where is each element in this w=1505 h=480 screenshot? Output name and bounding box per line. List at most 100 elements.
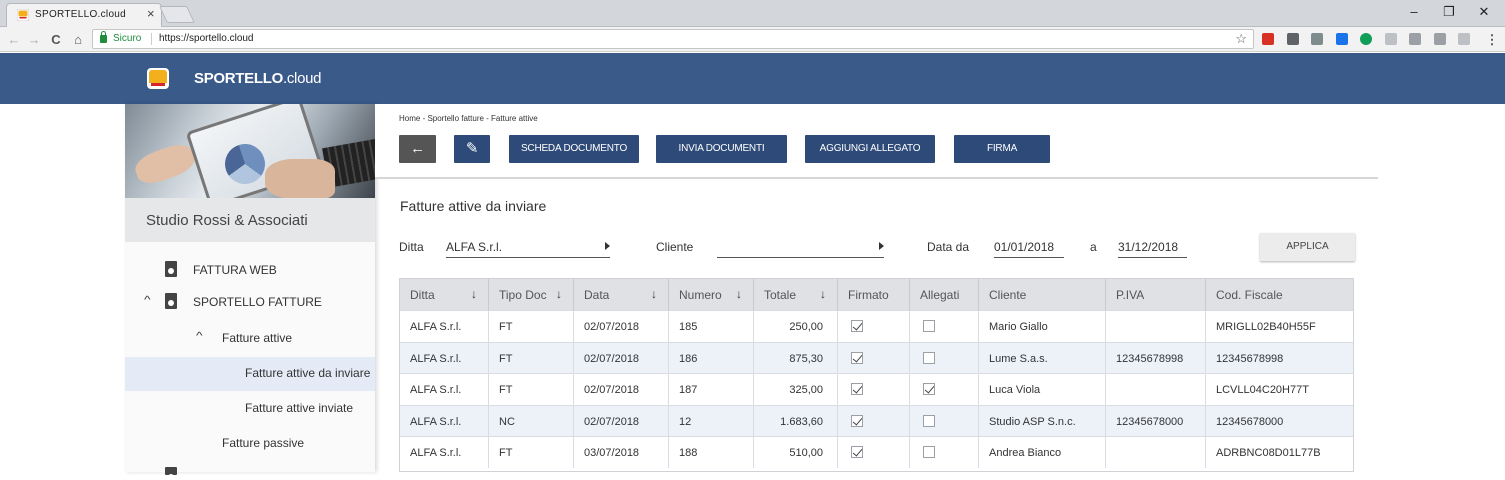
browser-menu-icon[interactable]: ⋮ <box>1484 32 1500 48</box>
caret-right-icon <box>605 242 610 250</box>
scheda-documento-button[interactable]: SCHEDA DOCUMENTO <box>509 135 639 163</box>
cliente-select[interactable] <box>717 236 884 258</box>
cell-value: ALFA S.r.l. <box>410 415 462 428</box>
table-cell-totale: 875,30 <box>754 342 838 374</box>
browser-extension-icon[interactable] <box>1409 33 1421 45</box>
sort-arrow-icon[interactable]: ↓ <box>556 287 562 301</box>
sidebar-item-fatture-attive-inviate[interactable]: Fatture attive inviate <box>125 392 375 426</box>
table-row[interactable]: ALFA S.r.l. FT 02/07/2018 185 250,00 Mario Gi… <box>400 310 1353 342</box>
tab-close-icon[interactable]: × <box>147 7 155 21</box>
ditta-select[interactable]: ALFA S.r.l. <box>446 236 610 258</box>
edit-icon: ✎ <box>465 140 479 157</box>
allegati-checkbox[interactable] <box>923 414 935 427</box>
cliente-label: Cliente <box>656 240 694 254</box>
sidebar-item-fatture-attive-da-inviare[interactable]: Fatture attive da inviare <box>125 357 375 391</box>
data-a-input[interactable]: 31/12/2018 <box>1118 236 1187 258</box>
table-row[interactable]: ALFA S.r.l. NC 02/07/2018 12 1.683,60 Studio … <box>400 404 1353 437</box>
new-tab-button[interactable] <box>159 6 195 23</box>
back-icon[interactable]: ← <box>6 32 22 47</box>
table-cell-numero: 188 <box>669 437 754 468</box>
data-da-label: Data da <box>927 240 970 254</box>
allegati-checkbox[interactable] <box>923 446 935 458</box>
allegati-checkbox[interactable] <box>923 320 935 332</box>
firma-button[interactable]: FIRMA <box>954 135 1050 163</box>
data-da-input[interactable]: 01/01/2018 <box>994 236 1064 258</box>
sidebar-item-fatture-passive[interactable]: Fatture passive <box>125 427 375 461</box>
column-header-totale[interactable]: Totale ↓ <box>754 279 838 310</box>
column-header-cf[interactable]: Cod. Fiscale <box>1206 279 1353 310</box>
firmato-checkbox[interactable] <box>851 414 863 427</box>
applica-button[interactable]: APPLICA <box>1260 233 1355 261</box>
table-cell-firmato <box>838 342 910 374</box>
back-button[interactable]: ← <box>399 135 436 163</box>
column-header-cliente[interactable]: Cliente <box>979 279 1106 310</box>
column-header-label: P.IVA <box>1116 288 1145 302</box>
table-row[interactable]: ALFA S.r.l. FT 02/07/2018 186 875,30 Lume S.a… <box>400 341 1353 374</box>
firmato-checkbox[interactable] <box>851 446 863 458</box>
browser-extension-icon[interactable] <box>1458 33 1470 45</box>
sidebar-item-fatture-attive[interactable]: ^ Fatture attive <box>125 322 375 356</box>
window-close-icon[interactable]: ✕ <box>1474 4 1494 20</box>
firmato-checkbox[interactable] <box>851 320 863 332</box>
window-minimize-icon[interactable]: – <box>1404 4 1424 19</box>
forward-icon[interactable]: → <box>26 32 42 47</box>
browser-extension-icon[interactable] <box>1335 33 1348 45</box>
allegati-checkbox[interactable] <box>923 351 935 364</box>
table-cell-allegati <box>910 437 979 468</box>
column-header-tipo[interactable]: Tipo Doc ↓ <box>489 279 574 310</box>
column-header-firmato[interactable]: Firmato <box>838 279 910 310</box>
table-row[interactable]: ALFA S.r.l. FT 02/07/2018 187 325,00 Luca Vio… <box>400 373 1353 405</box>
reload-icon[interactable]: C <box>48 32 64 47</box>
browser-extension-icon[interactable] <box>1433 33 1446 45</box>
sidebar-item-sportello-fatture[interactable]: ^ SPORTELLO FATTURE <box>125 286 375 320</box>
column-header-label: Firmato <box>848 288 889 302</box>
document-icon <box>165 467 177 480</box>
chevron-up-icon[interactable]: ^ <box>196 331 203 342</box>
browser-extension-icon[interactable] <box>1286 33 1299 45</box>
sidebar-item-label: Fatture passive <box>222 436 305 450</box>
ditta-value: ALFA S.r.l. <box>446 240 503 254</box>
chevron-up-icon[interactable]: ^ <box>144 295 151 306</box>
sort-arrow-icon[interactable]: ↓ <box>736 287 742 301</box>
allegati-checkbox[interactable] <box>923 383 935 395</box>
browser-extension-icon[interactable] <box>1384 33 1397 45</box>
sort-arrow-icon[interactable]: ↓ <box>651 287 657 301</box>
column-header-numero[interactable]: Numero ↓ <box>669 279 754 310</box>
table-row[interactable]: ALFA S.r.l. FT 03/07/2018 188 510,00 Andrea B… <box>400 436 1353 468</box>
cell-value: ALFA S.r.l. <box>410 321 462 333</box>
sidebar-hero-image <box>125 104 375 198</box>
sidebar-item-label: Fatture attive inviate <box>245 401 354 415</box>
column-header-data[interactable]: Data ↓ <box>574 279 669 310</box>
brand-name-bold: SPORTELLO <box>194 70 283 87</box>
tab-title: SPORTELLO.cloud <box>35 9 127 20</box>
aggiungi-allegato-button[interactable]: AGGIUNGI ALLEGATO <box>805 135 935 163</box>
browser-tab[interactable]: SPORTELLO.cloud × <box>6 3 162 27</box>
firmato-checkbox[interactable] <box>851 383 863 395</box>
sort-arrow-icon[interactable]: ↓ <box>820 287 826 301</box>
home-icon[interactable]: ⌂ <box>70 32 86 47</box>
firmato-checkbox[interactable] <box>851 351 863 364</box>
cell-value: FT <box>499 447 513 459</box>
window-restore-icon[interactable]: ❐ <box>1439 4 1459 20</box>
sort-arrow-icon[interactable]: ↓ <box>471 287 477 301</box>
sportello-favicon-icon <box>17 9 29 21</box>
edit-button[interactable]: ✎ <box>454 135 490 163</box>
invia-documenti-button[interactable]: INVIA DOCUMENTI <box>656 135 787 163</box>
table-cell-totale: 510,00 <box>754 437 838 468</box>
table-cell-data: 02/07/2018 <box>574 342 669 374</box>
table-cell-allegati <box>910 342 979 374</box>
url-input[interactable]: Sicuro https://sportello.cloud ☆ <box>92 29 1254 49</box>
cell-value: LCVLL04C20H77T <box>1216 384 1309 396</box>
browser-extension-icon[interactable] <box>1360 33 1372 45</box>
ditta-label: Ditta <box>399 240 424 254</box>
browser-extension-icon[interactable] <box>1311 33 1323 45</box>
browser-extension-icon[interactable] <box>1262 33 1274 45</box>
column-header-allegati[interactable]: Allegati <box>910 279 979 310</box>
studio-name: Studio Rossi & Associati <box>146 212 308 229</box>
column-header-piva[interactable]: P.IVA <box>1106 279 1206 310</box>
column-header-ditta[interactable]: Ditta ↓ <box>400 279 489 310</box>
sidebar-item-fattura-web[interactable]: FATTURA WEB <box>125 254 375 288</box>
brand-name[interactable]: SPORTELLO.cloud <box>194 70 322 87</box>
data-a-value: 31/12/2018 <box>1118 240 1179 254</box>
bookmark-star-icon[interactable]: ☆ <box>1235 31 1247 47</box>
